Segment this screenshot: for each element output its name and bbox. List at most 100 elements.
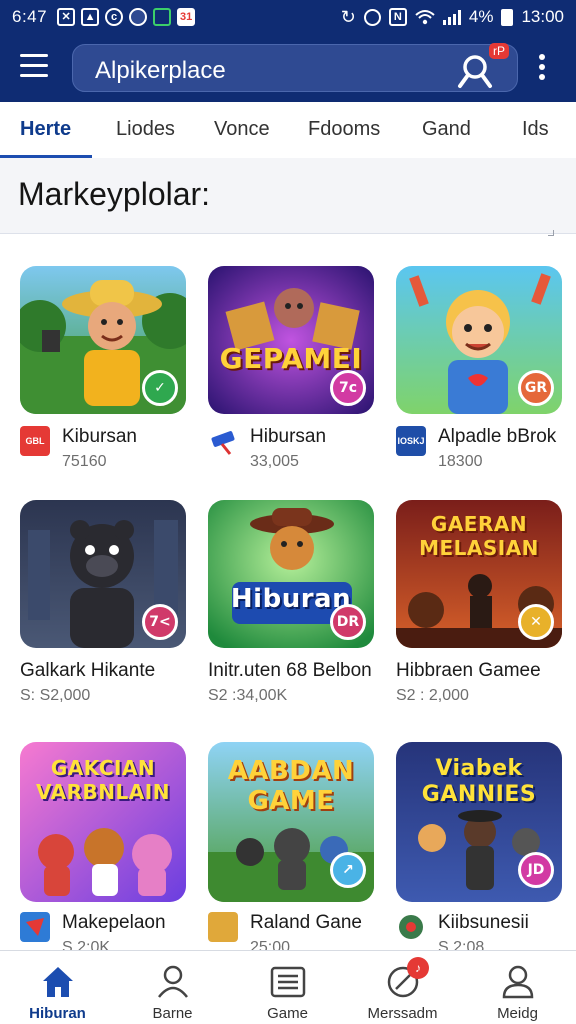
thumbnail-title: GAKCIAN VARBNLAIN (36, 756, 170, 804)
app-thumbnail[interactable]: GR (396, 266, 562, 414)
app-thumbnail[interactable]: GAKCIAN VARBNLAIN (20, 742, 186, 902)
image-icon: ▲ (81, 8, 100, 26)
app-name: Kibursan (62, 426, 137, 447)
search-input[interactable]: Alpikerplace (95, 57, 226, 85)
app-thumbnail[interactable]: AABDAN GAME ↗ (208, 742, 374, 902)
wifi-icon (415, 10, 435, 25)
app-name: Galkark Hikante (20, 660, 156, 681)
app-subtitle: S2 :34,00K (208, 687, 288, 704)
nav-label: Meidg (497, 1005, 538, 1022)
app-thumbnail[interactable]: ✓ (20, 266, 186, 414)
tab-liodes[interactable]: Liodes (116, 118, 175, 141)
corner-mark (548, 230, 554, 236)
nav-merssadm[interactable]: ♪ Merssadm (345, 951, 460, 1024)
category-tabs: Herte Liodes Vonce Fdooms Gand Ids (0, 102, 576, 158)
battery-icon (501, 8, 514, 26)
app-name: Hibbraen Gamee (396, 660, 541, 681)
battery-saver-icon (153, 8, 172, 26)
app-thumbnail[interactable]: Viabek GANNIES JD (396, 742, 562, 902)
app-thumbnail[interactable]: GEPAMEI 7c (208, 266, 374, 414)
star-badge-icon: ✕ (518, 604, 554, 640)
nav-meidg[interactable]: Meidg (460, 951, 575, 1024)
app-subtitle: 33,005 (250, 453, 299, 470)
app-meta: IOSKJ dlm Alpadle bBrok 18300 (396, 422, 562, 476)
app-name: Raland Gane (250, 912, 362, 933)
status-notification-icons: ✕ ▲ c 31 (57, 8, 196, 26)
app-card-raland[interactable]: AABDAN GAME ↗ Raland Gane 25:00 (208, 742, 374, 962)
developer-logo (20, 912, 50, 942)
app-card-initruten[interactable]: Hiburan DR Initr.uten 68 Belbon S2 :34,0… (208, 500, 374, 710)
app-card-hibbraen[interactable]: GAERAN MELASIAN ✕ Hibbraen Gamee S2 : 2,… (396, 500, 562, 710)
app-meta: GBL XMKO Kibursan 75160 (20, 422, 186, 476)
app-subtitle: S2 : 2,000 (396, 687, 469, 704)
app-meta: Hibbraen Gamee S2 : 2,000 (396, 656, 562, 710)
tab-vonce[interactable]: Vonce (214, 118, 270, 141)
app-name: Makepelaon (62, 912, 166, 933)
nav-barne[interactable]: Barne (115, 951, 230, 1024)
nav-label: Merssadm (367, 1005, 438, 1022)
app-thumbnail[interactable]: Hiburan DR (208, 500, 374, 648)
developer-logo (208, 426, 238, 456)
status-time-left: 6:47 (12, 7, 48, 26)
tab-fdooms[interactable]: Fdooms (308, 118, 380, 141)
arrow-badge-icon: ↗ (330, 852, 366, 888)
app-card-kiibsunesii[interactable]: Viabek GANNIES JD Kiibsunesii S 2:08 (396, 742, 562, 962)
bottom-navigation: Hiburan Barne Game ♪ Merssadm Meidg (0, 950, 576, 1024)
app-screen: 6:47 ✕ ▲ c 31 ↻ N 4% 13:00 Alpikerplace … (0, 0, 576, 1024)
nav-hiburan[interactable]: Hiburan (0, 951, 115, 1024)
developer-logo (396, 912, 426, 942)
nav-label: Hiburan (29, 1005, 86, 1022)
signal-icon (442, 9, 461, 25)
app-subtitle: 75160 (62, 453, 107, 470)
developer-logo (208, 912, 238, 942)
rating-badge-icon: DR (330, 604, 366, 640)
nav-label: Barne (152, 1005, 193, 1022)
app-card-hibursan[interactable]: GEPAMEI 7c Hibursan 33,005 (208, 266, 374, 476)
hamburger-menu-icon[interactable] (20, 54, 48, 78)
app-header: Alpikerplace rP (0, 34, 576, 102)
search-bar[interactable]: Alpikerplace rP (72, 43, 518, 92)
status-bar: 6:47 ✕ ▲ c 31 ↻ N 4% 13:00 (0, 0, 576, 34)
rating-badge-icon: JD (518, 852, 554, 888)
list-icon (270, 966, 306, 998)
app-meta: Hibursan 33,005 (208, 422, 374, 476)
developer-logo: IOSKJ dlm (396, 426, 426, 476)
app-name: Alpadle bBrok (438, 426, 557, 447)
app-card-kibursan[interactable]: ✓ GBL XMKO Kibursan 75160 (20, 266, 186, 476)
tab-ids[interactable]: Ids (522, 118, 549, 141)
status-system-icons: ↻ N 4% 13:00 (341, 7, 564, 28)
app-thumbnail[interactable]: GAERAN MELASIAN ✕ (396, 500, 562, 648)
app-name: Initr.uten 68 Belbon (208, 660, 372, 681)
app-card-makepelaon[interactable]: GAKCIAN VARBNLAIN Makepelaon S 2:0K (20, 742, 186, 962)
tab-gand[interactable]: Gand (422, 118, 471, 141)
nav-label: Game (267, 1005, 308, 1022)
rating-badge-icon: 7c (330, 370, 366, 406)
section-header: Markeyplolar: (0, 158, 576, 236)
nfc-icon: N (388, 8, 407, 26)
thumbnail-title: GAERAN MELASIAN (419, 512, 539, 560)
search-icon[interactable] (457, 53, 495, 88)
app-subtitle: 18300 (438, 453, 483, 470)
home-icon (43, 967, 73, 997)
app-subtitle: S: S2,000 (20, 687, 91, 704)
app-thumbnail[interactable]: 7< (20, 500, 186, 648)
nav-game[interactable]: Game (230, 951, 345, 1024)
check-badge-icon: ✓ (142, 370, 178, 406)
more-options-icon[interactable] (537, 54, 547, 82)
gallery-x-icon: ✕ (57, 8, 76, 26)
status-time-right: 13:00 (521, 7, 564, 26)
app-name: Hibursan (250, 426, 327, 447)
app-name: Kiibsunesii (438, 912, 529, 933)
alarm-icon (363, 8, 381, 26)
dark-circle-icon (129, 8, 148, 26)
thumbnail-title: AABDAN GAME (227, 756, 355, 816)
app-card-galkark[interactable]: 7< Galkark Hikante S: S2,000 (20, 500, 186, 710)
rating-badge-icon: GR (518, 370, 554, 406)
tab-herte[interactable]: Herte (20, 118, 71, 141)
app-meta: Galkark Hikante S: S2,000 (20, 656, 186, 710)
person-icon (158, 965, 188, 998)
circle-c-icon: c (105, 8, 124, 26)
developer-logo: GBL XMKO (20, 426, 50, 476)
section-title: Markeyplolar: (18, 176, 211, 212)
app-card-alpadle[interactable]: GR IOSKJ dlm Alpadle bBrok 18300 (396, 266, 562, 476)
